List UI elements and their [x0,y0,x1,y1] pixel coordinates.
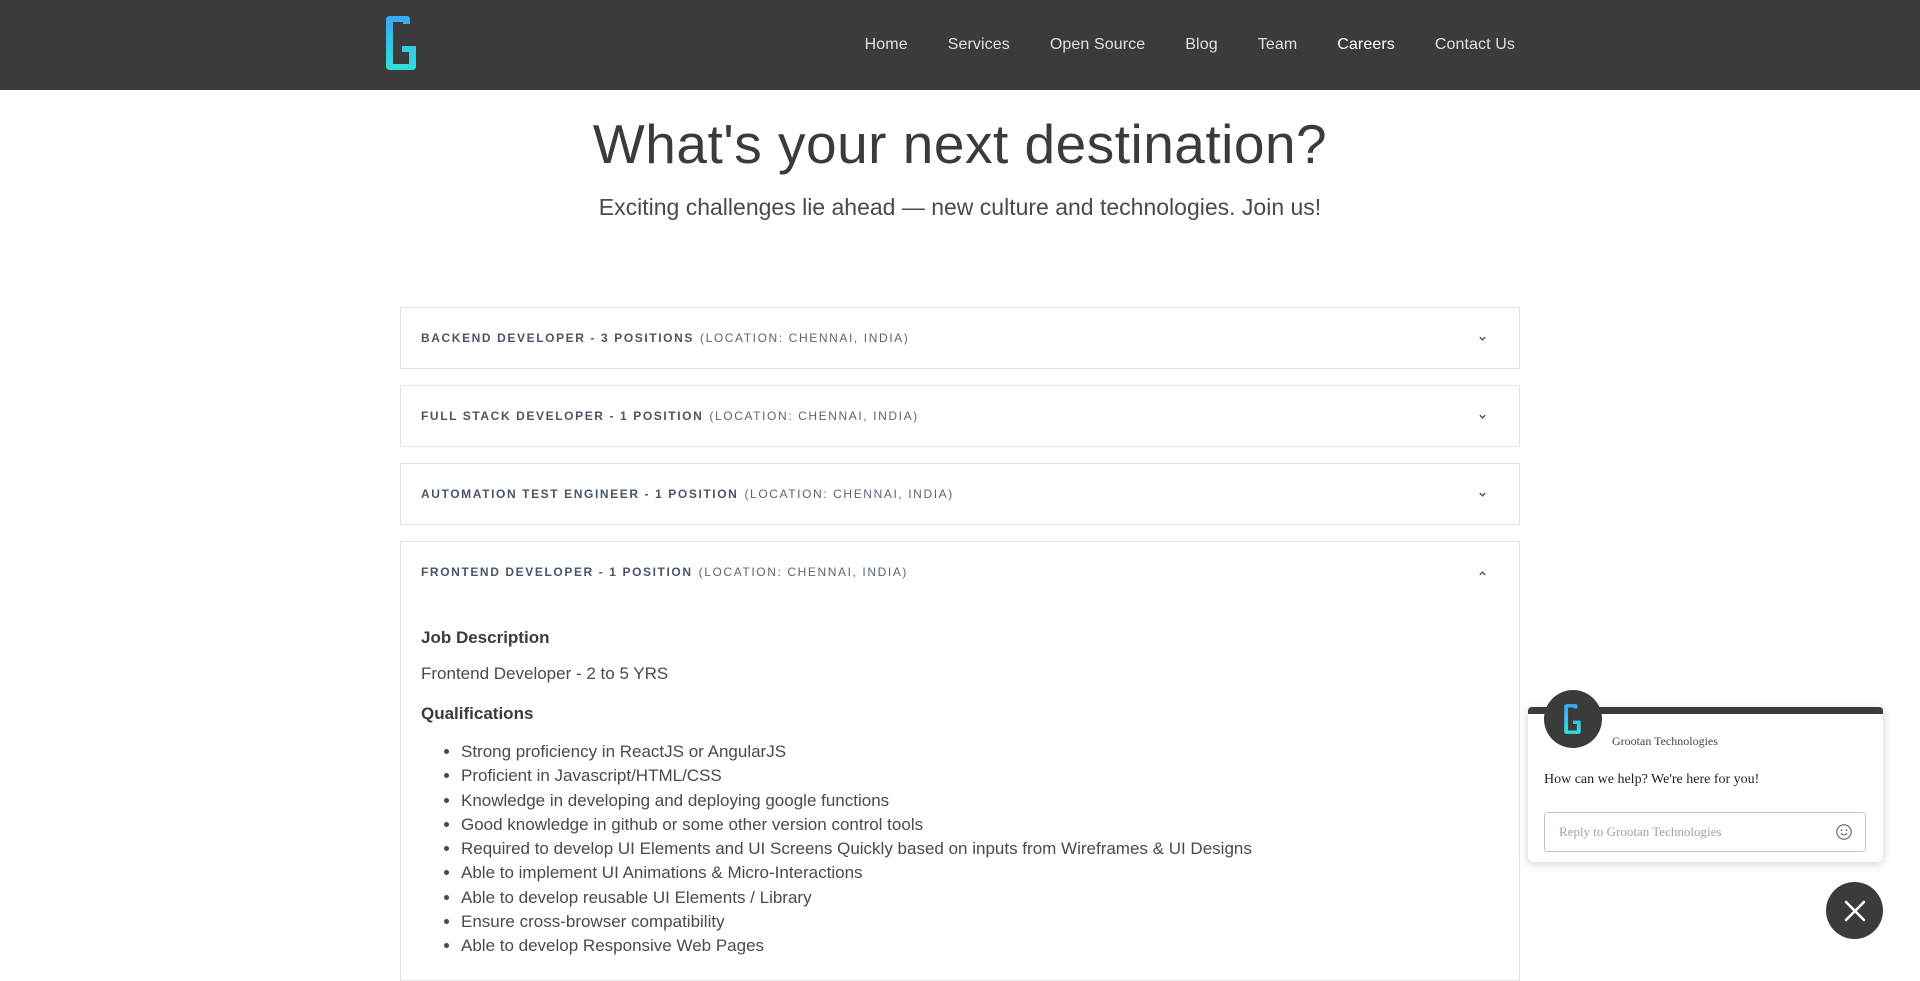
job-accordion-header[interactable]: Automation Test Engineer - 1 Position (L… [401,464,1519,524]
job-accordion-header[interactable]: Frontend Developer - 1 Position (Locatio… [401,542,1519,602]
chevron-up-icon[interactable] [1478,569,1487,578]
chevron-down-icon[interactable] [1478,334,1487,343]
grootan-logo-icon[interactable] [382,14,422,72]
job-accordion-frontend: Frontend Developer - 1 Position (Locatio… [400,541,1520,981]
job-location: (Location: Chennai, India) [699,331,910,345]
job-description-heading: Job Description [421,628,550,647]
chat-reply-input[interactable] [1557,823,1835,841]
chat-close-button[interactable] [1826,882,1883,939]
chat-reply-box [1544,812,1866,852]
nav-careers[interactable]: Careers [1317,0,1415,90]
nav-contact-us[interactable]: Contact Us [1415,0,1535,90]
job-location: (Location: Chennai, India) [709,409,919,423]
page-subtitle: Exciting challenges lie ahead — new cult… [598,194,1322,220]
nav-open-source[interactable]: Open Source [1030,0,1165,90]
job-location: (Location: Chennai, India) [698,565,909,579]
job-accordion-automation: Automation Test Engineer - 1 Position (L… [400,463,1520,525]
chevron-down-icon[interactable] [1478,490,1487,499]
list-item: Good knowledge in github or some other v… [461,813,1499,837]
main-nav: Home Services Open Source Blog Team Care… [845,0,1535,90]
list-item: Able to implement UI Animations & Micro-… [461,861,1499,885]
list-item: Strong proficiency in ReactJS or Angular… [461,740,1499,764]
qualifications-heading: Qualifications [421,704,534,723]
page-title: What's your next destination? [592,113,1328,175]
chat-widget: Grootan Technologies How can we help? We… [1528,690,1883,862]
list-item: Ensure cross-browser compatibility [461,910,1499,934]
list-item: Proficient in Javascript/HTML/CSS [461,764,1499,788]
nav-team[interactable]: Team [1238,0,1318,90]
chat-greeting: How can we help? We're here for you! [1544,772,1760,787]
job-details: Job Description Frontend Developer - 2 t… [401,602,1519,959]
chat-company-name: Grootan Technologies [1612,734,1718,748]
top-navigation-bar: Home Services Open Source Blog Team Care… [0,0,1920,90]
nav-services[interactable]: Services [928,0,1030,90]
job-location: (Location: Chennai, India) [744,487,954,501]
close-icon [1844,900,1865,921]
job-title: Automation Test Engineer - 1 Position [421,487,739,501]
list-item: Able to develop reusable UI Elements / L… [461,886,1499,910]
job-title: Frontend Developer - 1 Position [421,565,693,579]
list-item: Able to develop Responsive Web Pages [461,934,1499,958]
job-accordion-header[interactable]: Full Stack Developer - 1 Position (Locat… [401,386,1519,446]
list-item: Required to develop UI Elements and UI S… [461,837,1499,861]
job-title: Full Stack Developer - 1 Position [421,409,704,423]
emoji-icon[interactable] [1835,823,1853,841]
job-accordion-header[interactable]: Backend Developer - 3 Positions (Locatio… [401,308,1519,368]
list-item: Knowledge in developing and deploying go… [461,789,1499,813]
job-title: Backend Developer - 3 Positions [421,331,694,345]
job-accordion-fullstack: Full Stack Developer - 1 Position (Locat… [400,385,1520,447]
qualifications-list: Strong proficiency in ReactJS or Angular… [421,740,1499,959]
avatar [1544,690,1602,748]
job-accordion-backend: Backend Developer - 3 Positions (Locatio… [400,307,1520,369]
nav-home[interactable]: Home [845,0,928,90]
chevron-down-icon[interactable] [1478,412,1487,421]
job-description-text: Frontend Developer - 2 to 5 YRS [421,664,669,683]
nav-blog[interactable]: Blog [1165,0,1237,90]
grootan-logo-icon [1564,704,1581,734]
